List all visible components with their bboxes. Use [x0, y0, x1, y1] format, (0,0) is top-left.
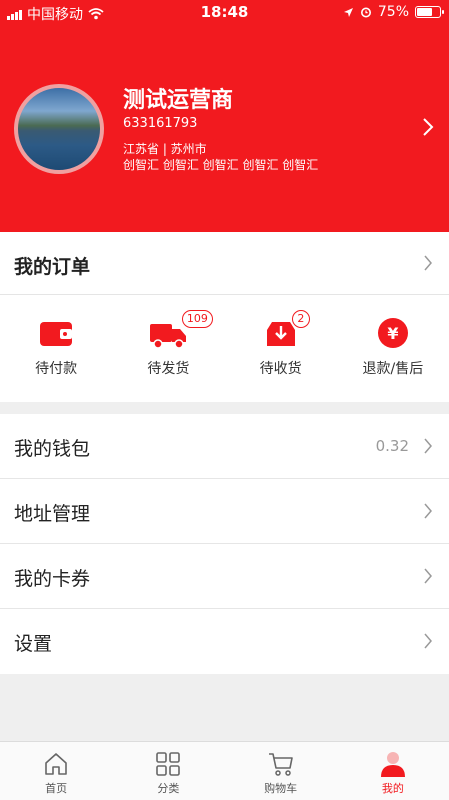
menu-item-coupons[interactable]: 我的卡券 [0, 544, 449, 609]
chevron-right-icon [424, 633, 432, 649]
user-icon [380, 752, 405, 777]
profile-location: 江苏省 | 苏州市 [123, 142, 207, 156]
receipt-count-badge: 2 [291, 310, 310, 328]
menu-item-wallet[interactable]: 我的钱包 0.32 [0, 414, 449, 479]
wallet-icon [40, 322, 73, 346]
cart-icon [268, 753, 293, 776]
menu-label: 地址管理 [14, 503, 91, 525]
tab-bar: 首页 分类 购物车 我的 [0, 741, 449, 800]
order-label: 待付款 [35, 361, 78, 377]
chevron-right-icon [424, 568, 432, 584]
profile-tags: 创智汇 创智汇 创智汇 创智汇 创智汇 [123, 158, 319, 172]
menu-item-address[interactable]: 地址管理 [0, 479, 449, 544]
yuan-icon: ¥ [377, 318, 408, 348]
wallet-balance: 0.32 [375, 437, 409, 455]
profile-chevron-right-icon[interactable] [421, 116, 435, 138]
home-icon [45, 753, 67, 775]
tab-label: 首页 [45, 782, 68, 795]
chevron-right-icon [424, 503, 432, 519]
orders-title: 我的订单 [14, 256, 91, 278]
alarm-icon [360, 7, 371, 18]
profile-name: 测试运营商 [123, 88, 234, 113]
order-pending-payment[interactable]: 待付款 [0, 296, 112, 402]
order-pending-receipt[interactable]: 2 待收货 [225, 296, 337, 402]
tab-label: 我的 [381, 782, 404, 795]
order-label: 退款/售后 [362, 361, 424, 377]
grid-icon [156, 752, 181, 776]
chevron-right-icon [424, 255, 432, 271]
orders-card: 我的订单 待付款 109 待发货 2 待收货 ¥ 退款/售后 [0, 232, 449, 402]
battery-percent: 75% [377, 4, 409, 20]
svg-text:¥: ¥ [387, 324, 398, 343]
profile-header: 中国移动 18:48 75% 测试运营商 633161793 江苏省 | 苏州市… [0, 0, 449, 232]
order-label: 待收货 [259, 361, 302, 377]
tab-label: 分类 [157, 782, 180, 795]
order-refund-aftersale[interactable]: ¥ 退款/售后 [337, 296, 449, 402]
tab-category[interactable]: 分类 [112, 742, 224, 800]
avatar[interactable] [14, 84, 104, 174]
menu-label: 设置 [14, 633, 53, 655]
chevron-right-icon [424, 438, 432, 454]
menu-label: 我的钱包 [14, 438, 91, 460]
location-arrow-icon [343, 7, 353, 17]
tab-cart[interactable]: 购物车 [225, 742, 337, 800]
tab-mine[interactable]: 我的 [337, 742, 449, 800]
status-bar: 中国移动 18:48 75% [0, 0, 449, 24]
tab-label: 购物车 [264, 782, 298, 795]
order-label: 待发货 [147, 361, 190, 377]
order-pending-shipment[interactable]: 109 待发货 [112, 296, 224, 402]
menu-label: 我的卡券 [14, 568, 91, 590]
orders-header[interactable]: 我的订单 [0, 232, 449, 295]
menu-list: 我的钱包 0.32 地址管理 我的卡券 设置 [0, 414, 449, 674]
tab-home[interactable]: 首页 [0, 742, 112, 800]
menu-item-settings[interactable]: 设置 [0, 609, 449, 674]
battery-icon [415, 6, 444, 18]
shipment-count-badge: 109 [181, 310, 213, 328]
profile-id: 633161793 [123, 116, 198, 131]
